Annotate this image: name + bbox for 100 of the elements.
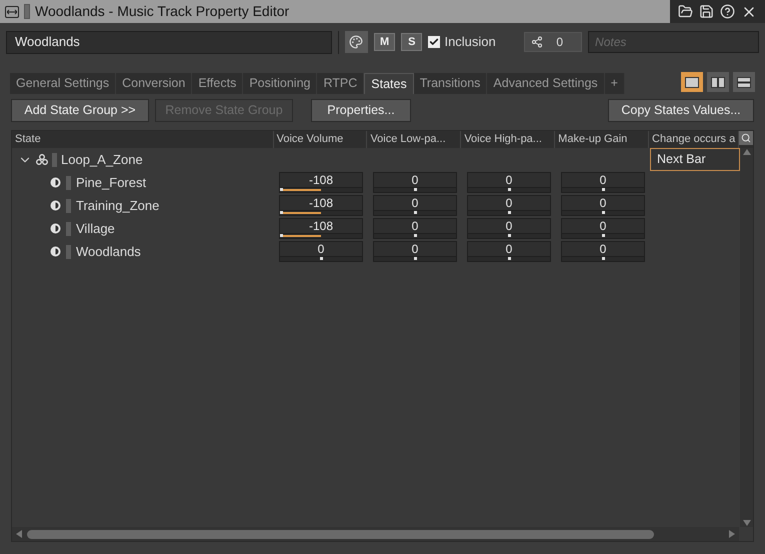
- slider-thumb[interactable]: [508, 257, 510, 260]
- tab[interactable]: States: [364, 73, 414, 94]
- value-field[interactable]: 0: [561, 195, 645, 211]
- change-dropdown[interactable]: Next Bar: [650, 148, 740, 171]
- slider-track[interactable]: [279, 188, 363, 193]
- state-icon: [50, 223, 61, 234]
- slider-track[interactable]: [561, 234, 645, 239]
- state-icon: [50, 200, 61, 211]
- slider-track[interactable]: [467, 234, 551, 239]
- slider-thumb[interactable]: [280, 234, 283, 237]
- action-button[interactable]: Properties...: [311, 99, 411, 122]
- slider-thumb[interactable]: [602, 234, 604, 237]
- column-header[interactable]: Voice Low-pa...: [367, 131, 462, 148]
- column-header[interactable]: Make-up Gain: [555, 131, 650, 148]
- slider-track[interactable]: [279, 234, 363, 239]
- value-field[interactable]: 0: [561, 218, 645, 234]
- value-field[interactable]: 0: [467, 172, 551, 188]
- value-field[interactable]: -108: [279, 195, 363, 211]
- color-swatch: [66, 244, 71, 258]
- value-field[interactable]: 0: [467, 241, 551, 257]
- slider-thumb[interactable]: [602, 188, 604, 191]
- color-swatch: [66, 222, 71, 236]
- value-field[interactable]: 0: [373, 218, 457, 234]
- action-button[interactable]: Add State Group >>: [11, 99, 149, 122]
- slider-thumb[interactable]: [414, 211, 416, 214]
- solo-button[interactable]: S: [401, 33, 422, 51]
- help-icon[interactable]: [720, 4, 735, 19]
- state-name: Woodlands: [76, 242, 141, 261]
- color-swatch: [66, 176, 71, 190]
- search-button[interactable]: [739, 131, 754, 145]
- column-header[interactable]: Voice High-pa...: [461, 131, 556, 148]
- mute-button[interactable]: M: [374, 33, 396, 51]
- slider-track[interactable]: [279, 211, 363, 216]
- horizontal-scrollbar[interactable]: [12, 527, 739, 541]
- color-swatch: [66, 198, 71, 212]
- scroll-right-icon[interactable]: [728, 530, 736, 538]
- slider-track[interactable]: [467, 257, 551, 262]
- slider-thumb[interactable]: [602, 211, 604, 214]
- checkbox[interactable]: [428, 36, 440, 48]
- state-group-name: Loop_A_Zone: [61, 150, 143, 169]
- slider-track[interactable]: [467, 188, 551, 193]
- color-button[interactable]: [344, 31, 368, 53]
- scroll-down-icon[interactable]: [742, 519, 750, 527]
- slider-thumb[interactable]: [414, 257, 416, 260]
- slider-thumb[interactable]: [508, 211, 510, 214]
- value-field[interactable]: 0: [373, 241, 457, 257]
- value-field[interactable]: 0: [561, 241, 645, 257]
- value-field[interactable]: 0: [373, 172, 457, 188]
- scroll-left-icon[interactable]: [15, 530, 23, 538]
- name-field[interactable]: Woodlands: [6, 30, 332, 54]
- column-header[interactable]: Voice Volume: [274, 131, 368, 148]
- slider-thumb[interactable]: [414, 188, 416, 191]
- inclusion-label: Inclusion: [444, 33, 496, 52]
- value-field[interactable]: 0: [561, 172, 645, 188]
- slider-track[interactable]: [373, 257, 457, 262]
- value-field[interactable]: 0: [373, 195, 457, 211]
- slider-track[interactable]: [467, 211, 551, 216]
- slider-track[interactable]: [373, 211, 457, 216]
- slider-track[interactable]: [561, 188, 645, 193]
- share-button[interactable]: 0: [524, 32, 582, 52]
- vertical-scrollbar[interactable]: [740, 148, 753, 527]
- value-field[interactable]: 0: [279, 241, 363, 257]
- slider-thumb[interactable]: [320, 257, 322, 260]
- slider-track[interactable]: [373, 188, 457, 193]
- layout-icon: [711, 76, 725, 88]
- state-name: Village: [76, 220, 115, 238]
- palette-icon: [349, 35, 364, 49]
- layout-icon: [737, 76, 751, 88]
- slider-thumb[interactable]: [508, 188, 510, 191]
- value-field[interactable]: 0: [467, 195, 551, 211]
- slider-track[interactable]: [373, 234, 457, 239]
- layout-button[interactable]: [733, 72, 755, 92]
- color-swatch: [24, 4, 30, 19]
- value-field[interactable]: -108: [279, 172, 363, 188]
- folder-icon[interactable]: [678, 4, 693, 19]
- slider-thumb[interactable]: [602, 257, 604, 260]
- slider-thumb[interactable]: [280, 188, 283, 191]
- share-icon: [530, 36, 543, 48]
- layout-button[interactable]: [707, 72, 729, 92]
- state-name: Training_Zone: [76, 196, 160, 215]
- slider-thumb[interactable]: [414, 234, 416, 237]
- column-header[interactable]: State: [12, 131, 274, 148]
- value-field[interactable]: 0: [467, 218, 551, 234]
- value-field[interactable]: -108: [279, 218, 363, 234]
- action-button[interactable]: Copy States Values...: [608, 99, 754, 122]
- slider-track[interactable]: [561, 257, 645, 262]
- layout-button[interactable]: [681, 72, 703, 92]
- color-swatch: [52, 152, 57, 166]
- save-icon[interactable]: [699, 4, 714, 19]
- slider-track[interactable]: [279, 257, 363, 262]
- slider-thumb[interactable]: [508, 234, 510, 237]
- slider-thumb[interactable]: [280, 211, 283, 214]
- window-title: Woodlands - Music Track Property Editor: [35, 2, 290, 21]
- slider-track[interactable]: [561, 211, 645, 216]
- state-group-icon: [36, 154, 48, 165]
- scrollbar-thumb[interactable]: [27, 530, 654, 538]
- state-name: Pine_Forest: [76, 174, 146, 192]
- state-icon: [50, 246, 61, 257]
- notes-field[interactable]: Notes: [588, 31, 760, 53]
- state-icon: [50, 177, 61, 188]
